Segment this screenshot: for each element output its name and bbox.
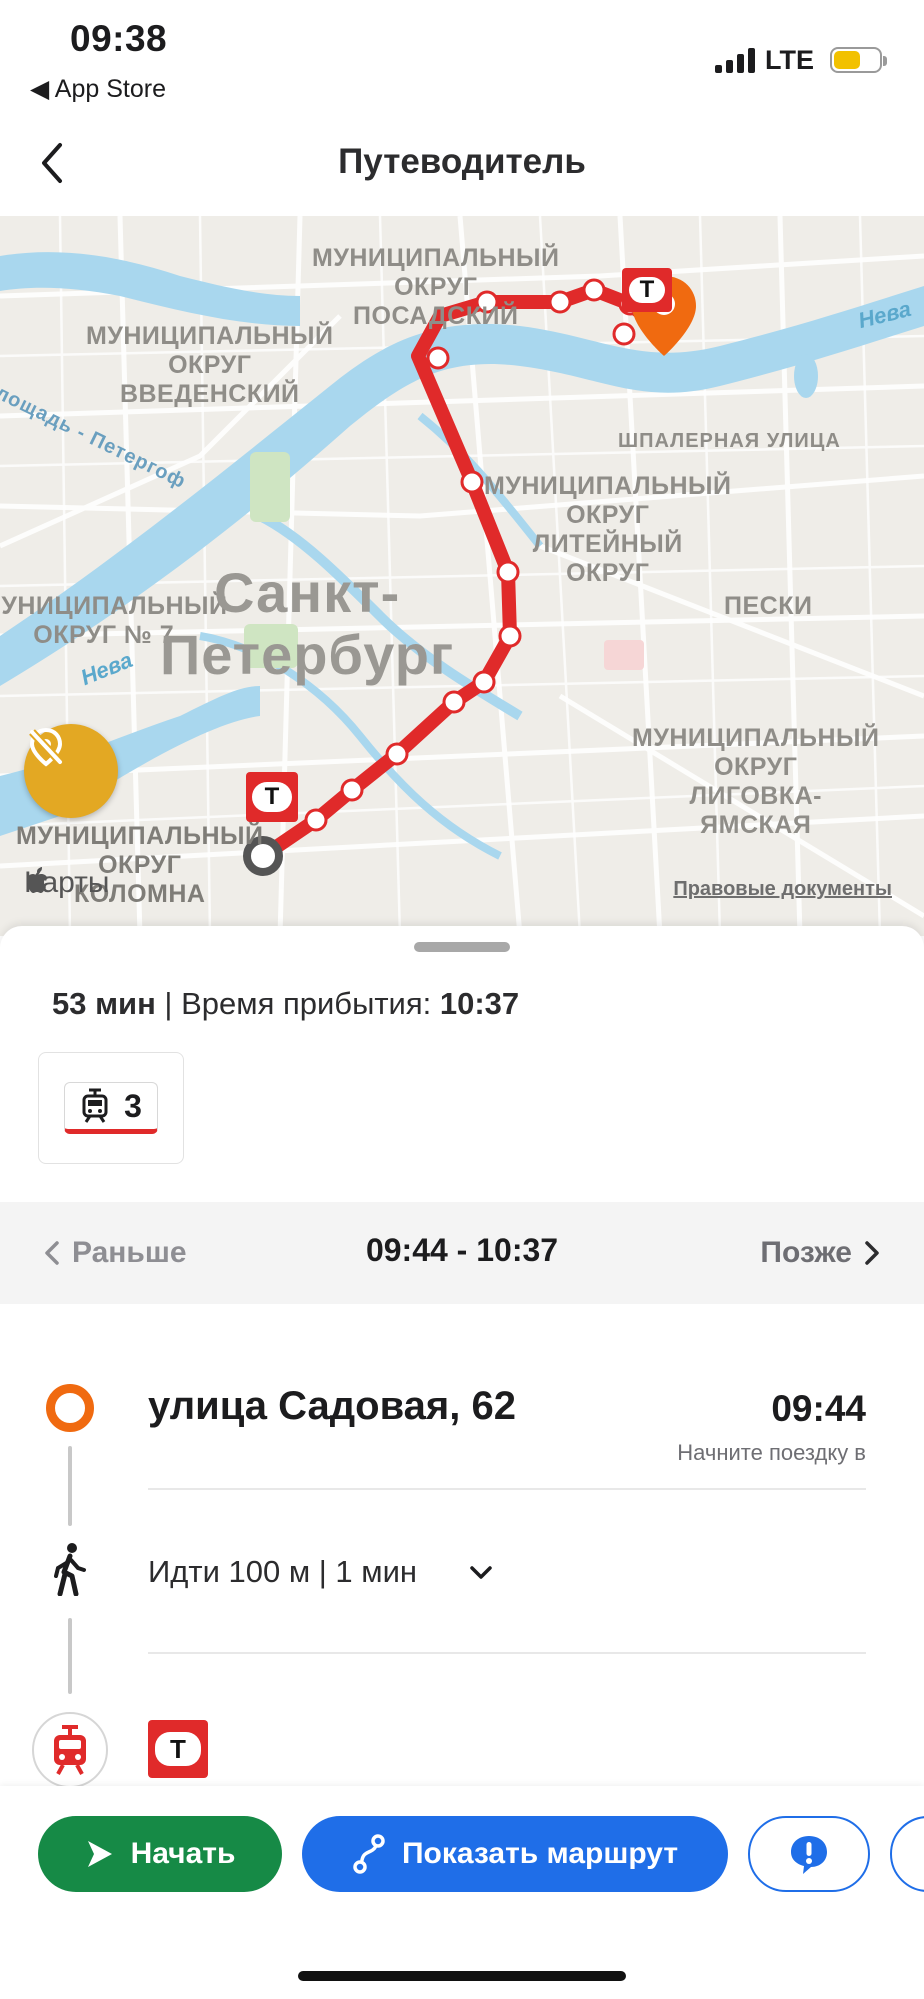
- start-button[interactable]: Начать: [38, 1816, 282, 1892]
- tram-line-chip[interactable]: 3: [38, 1052, 184, 1164]
- route-icon: [353, 1834, 385, 1874]
- home-indicator: [298, 1971, 626, 1981]
- app-screen: 09:38 ◀ App Store LTE Путеводитель МУНИЦ…: [0, 0, 924, 1999]
- summary-separator: |: [155, 986, 182, 1021]
- tram-segment-marker: [32, 1712, 108, 1788]
- tram-icon: [54, 1725, 86, 1775]
- battery-icon: [830, 47, 887, 73]
- walk-segment-text: Идти 100 м | 1 мин: [148, 1554, 418, 1589]
- show-route-button[interactable]: Показать маршрут: [302, 1816, 728, 1892]
- walking-person-icon: [54, 1543, 86, 1596]
- trip-sheet: 53 мин | Время прибытия: 10:37 3 Раньше: [0, 926, 924, 1788]
- later-label: Позже: [760, 1236, 852, 1269]
- signal-icon: [715, 47, 755, 73]
- alert-bubble-icon: [791, 1836, 827, 1874]
- tram-line-number: 3: [124, 1087, 142, 1124]
- trip-summary: 53 мин | Время прибытия: 10:37: [52, 986, 519, 1022]
- district-label: ПЕСКИ: [724, 592, 813, 620]
- location-off-icon: [29, 727, 63, 767]
- play-arrow-icon: [87, 1841, 112, 1867]
- maps-brand: Карты: [24, 866, 110, 900]
- later-button[interactable]: Позже: [760, 1236, 880, 1270]
- chevron-down-icon[interactable]: [466, 1558, 496, 1588]
- navigation-bar: Путеводитель: [0, 110, 924, 216]
- district-label: МУНИЦИПАЛЬНЫЙ ОКРУГ ПОСАДСКИЙ: [312, 244, 560, 330]
- more-actions-button[interactable]: [890, 1816, 924, 1892]
- chevron-right-icon: [865, 1241, 879, 1265]
- timeline-connector: [68, 1446, 72, 1526]
- network-type: LTE: [765, 44, 814, 75]
- page-title: Путеводитель: [338, 142, 586, 181]
- legal-link[interactable]: Правовые документы: [673, 878, 892, 901]
- tram-line-badge: 3: [64, 1082, 158, 1134]
- tram-route-sign: Т: [148, 1720, 208, 1778]
- start-button-label: Начать: [130, 1837, 236, 1870]
- route-map[interactable]: МУНИЦИПАЛЬНЫЙ ОКРУГ ПОСАДСКИЙ МУНИЦИПАЛЬ…: [0, 216, 924, 936]
- show-route-label: Показать маршрут: [401, 1837, 679, 1870]
- action-bar: Начать Показать маршрут: [0, 1786, 924, 1999]
- back-to-app-store[interactable]: ◀ App Store: [30, 74, 166, 104]
- divider: [148, 1488, 866, 1490]
- departure-time-selector: Раньше 09:44 - 10:37 Позже: [0, 1202, 924, 1304]
- timeline-connector: [68, 1618, 72, 1694]
- origin-stop-name: улица Садовая, 62: [148, 1384, 516, 1428]
- tram-icon: [82, 1088, 108, 1123]
- origin-marker: [46, 1384, 94, 1432]
- sheet-grabber[interactable]: [414, 942, 510, 952]
- city-label: Санкт- Петербург: [160, 561, 455, 686]
- street-label: ШПАЛЕРНАЯ УЛИЦА: [618, 430, 841, 452]
- origin-time: 09:44: [771, 1388, 866, 1429]
- tram-stop-sign[interactable]: Т: [246, 772, 298, 822]
- district-label: МУНИЦИПАЛЬНЫЙ ОКРУГ ЛИТЕЙНЫЙ ОКРУГ: [484, 472, 732, 587]
- status-time: 09:38: [70, 18, 168, 59]
- report-button[interactable]: [748, 1816, 870, 1892]
- arrival-label: Время прибытия:: [181, 986, 440, 1021]
- status-indicators: LTE: [715, 40, 887, 80]
- district-label: МУНИЦИПАЛЬНЫЙ ОКРУГ ВВЕДЕНСКИЙ: [86, 322, 334, 408]
- trip-duration: 53 мин: [52, 986, 156, 1021]
- status-bar: 09:38 ◀ App Store LTE: [0, 0, 924, 110]
- district-label: МУНИЦИПАЛЬНЫЙ ОКРУГ ЛИГОВКА- ЯМСКАЯ: [632, 724, 880, 839]
- apple-logo-icon: [27, 867, 47, 893]
- divider: [148, 1652, 866, 1654]
- location-button[interactable]: [24, 724, 118, 818]
- origin-hint: Начните поездку в: [677, 1440, 866, 1465]
- arrival-time: 10:37: [439, 986, 520, 1021]
- tram-stop-sign[interactable]: Т: [622, 268, 672, 312]
